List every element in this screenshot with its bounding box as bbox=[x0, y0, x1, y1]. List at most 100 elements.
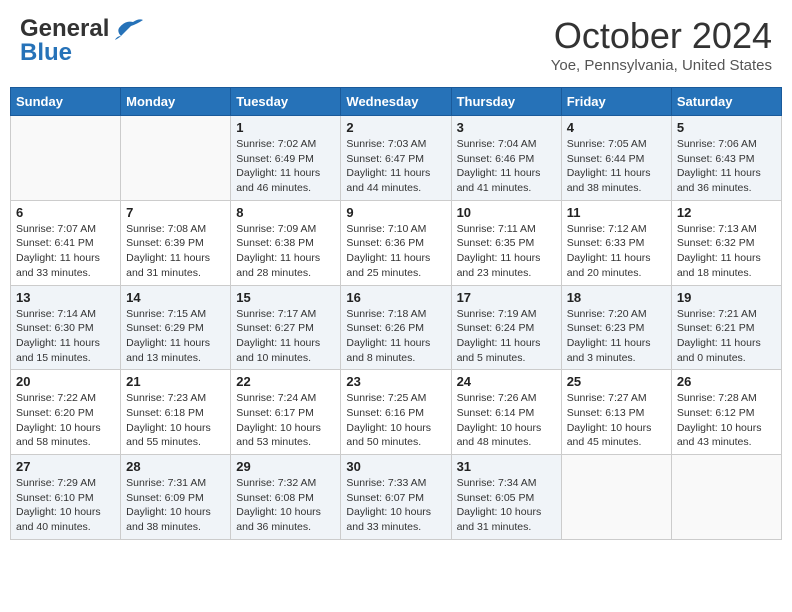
day-number: 10 bbox=[457, 205, 556, 220]
day-info: Sunrise: 7:27 AMSunset: 6:13 PMDaylight:… bbox=[567, 391, 666, 450]
calendar-cell: 24 Sunrise: 7:26 AMSunset: 6:14 PMDayligh… bbox=[451, 370, 561, 455]
day-info: Sunrise: 7:23 AMSunset: 6:18 PMDaylight:… bbox=[126, 391, 225, 450]
calendar-cell: 25 Sunrise: 7:27 AMSunset: 6:13 PMDayligh… bbox=[561, 370, 671, 455]
day-info: Sunrise: 7:24 AMSunset: 6:17 PMDaylight:… bbox=[236, 391, 335, 450]
day-info: Sunrise: 7:17 AMSunset: 6:27 PMDaylight:… bbox=[236, 307, 335, 366]
day-number: 23 bbox=[346, 374, 445, 389]
calendar-cell: 26 Sunrise: 7:28 AMSunset: 6:12 PMDayligh… bbox=[671, 370, 781, 455]
calendar-cell: 4 Sunrise: 7:05 AMSunset: 6:44 PMDaylight… bbox=[561, 116, 671, 201]
calendar-table: SundayMondayTuesdayWednesdayThursdayFrid… bbox=[10, 87, 782, 540]
calendar-week-row: 1 Sunrise: 7:02 AMSunset: 6:49 PMDaylight… bbox=[11, 116, 782, 201]
calendar-cell bbox=[671, 455, 781, 540]
day-info: Sunrise: 7:34 AMSunset: 6:05 PMDaylight:… bbox=[457, 476, 556, 535]
day-info: Sunrise: 7:04 AMSunset: 6:46 PMDaylight:… bbox=[457, 137, 556, 196]
day-info: Sunrise: 7:26 AMSunset: 6:14 PMDaylight:… bbox=[457, 391, 556, 450]
calendar-cell: 9 Sunrise: 7:10 AMSunset: 6:36 PMDaylight… bbox=[341, 200, 451, 285]
calendar-week-row: 27 Sunrise: 7:29 AMSunset: 6:10 PMDayligh… bbox=[11, 455, 782, 540]
calendar-cell: 30 Sunrise: 7:33 AMSunset: 6:07 PMDayligh… bbox=[341, 455, 451, 540]
calendar-week-row: 6Sunrise: 7:07 AMSunset: 6:41 PMDaylight… bbox=[11, 200, 782, 285]
weekday-header-wednesday: Wednesday bbox=[341, 88, 451, 116]
day-info: Sunrise: 7:19 AMSunset: 6:24 PMDaylight:… bbox=[457, 307, 556, 366]
calendar-cell: 6Sunrise: 7:07 AMSunset: 6:41 PMDaylight… bbox=[11, 200, 121, 285]
calendar-cell: 1 Sunrise: 7:02 AMSunset: 6:49 PMDaylight… bbox=[231, 116, 341, 201]
day-number: 24 bbox=[457, 374, 556, 389]
weekday-header-saturday: Saturday bbox=[671, 88, 781, 116]
day-info: Sunrise: 7:02 AMSunset: 6:49 PMDaylight:… bbox=[236, 137, 335, 196]
calendar-week-row: 13Sunrise: 7:14 AMSunset: 6:30 PMDayligh… bbox=[11, 285, 782, 370]
day-number: 29 bbox=[236, 459, 335, 474]
day-number: 4 bbox=[567, 120, 666, 135]
day-number: 11 bbox=[567, 205, 666, 220]
calendar-cell bbox=[561, 455, 671, 540]
day-number: 22 bbox=[236, 374, 335, 389]
day-number: 30 bbox=[346, 459, 445, 474]
day-number: 27 bbox=[16, 459, 115, 474]
day-info: Sunrise: 7:18 AMSunset: 6:26 PMDaylight:… bbox=[346, 307, 445, 366]
day-number: 5 bbox=[677, 120, 776, 135]
calendar-cell: 13Sunrise: 7:14 AMSunset: 6:30 PMDayligh… bbox=[11, 285, 121, 370]
day-number: 15 bbox=[236, 290, 335, 305]
day-number: 7 bbox=[126, 205, 225, 220]
day-info: Sunrise: 7:10 AMSunset: 6:36 PMDaylight:… bbox=[346, 222, 445, 281]
calendar-cell: 16 Sunrise: 7:18 AMSunset: 6:26 PMDayligh… bbox=[341, 285, 451, 370]
page-header: General Blue October 2024 Yoe, Pennsylva… bbox=[10, 10, 782, 79]
location-label: Yoe, Pennsylvania, United States bbox=[551, 57, 772, 74]
day-number: 9 bbox=[346, 205, 445, 220]
day-info: Sunrise: 7:22 AMSunset: 6:20 PMDaylight:… bbox=[16, 391, 115, 450]
day-number: 12 bbox=[677, 205, 776, 220]
day-info: Sunrise: 7:12 AMSunset: 6:33 PMDaylight:… bbox=[567, 222, 666, 281]
day-number: 21 bbox=[126, 374, 225, 389]
day-info: Sunrise: 7:13 AMSunset: 6:32 PMDaylight:… bbox=[677, 222, 776, 281]
day-info: Sunrise: 7:29 AMSunset: 6:10 PMDaylight:… bbox=[16, 476, 115, 535]
day-info: Sunrise: 7:06 AMSunset: 6:43 PMDaylight:… bbox=[677, 137, 776, 196]
calendar-cell: 31Sunrise: 7:34 AMSunset: 6:05 PMDayligh… bbox=[451, 455, 561, 540]
day-info: Sunrise: 7:32 AMSunset: 6:08 PMDaylight:… bbox=[236, 476, 335, 535]
day-number: 17 bbox=[457, 290, 556, 305]
calendar-cell: 23Sunrise: 7:25 AMSunset: 6:16 PMDayligh… bbox=[341, 370, 451, 455]
day-info: Sunrise: 7:03 AMSunset: 6:47 PMDaylight:… bbox=[346, 137, 445, 196]
logo: General Blue bbox=[20, 15, 143, 67]
calendar-cell bbox=[11, 116, 121, 201]
logo-bird-icon bbox=[111, 18, 143, 40]
day-info: Sunrise: 7:21 AMSunset: 6:21 PMDaylight:… bbox=[677, 307, 776, 366]
weekday-header-row: SundayMondayTuesdayWednesdayThursdayFrid… bbox=[11, 88, 782, 116]
weekday-header-sunday: Sunday bbox=[11, 88, 121, 116]
calendar-week-row: 20 Sunrise: 7:22 AMSunset: 6:20 PMDayligh… bbox=[11, 370, 782, 455]
weekday-header-friday: Friday bbox=[561, 88, 671, 116]
day-number: 3 bbox=[457, 120, 556, 135]
calendar-cell: 3 Sunrise: 7:04 AMSunset: 6:46 PMDaylight… bbox=[451, 116, 561, 201]
calendar-cell: 5 Sunrise: 7:06 AMSunset: 6:43 PMDaylight… bbox=[671, 116, 781, 201]
day-info: Sunrise: 7:09 AMSunset: 6:38 PMDaylight:… bbox=[236, 222, 335, 281]
day-info: Sunrise: 7:20 AMSunset: 6:23 PMDaylight:… bbox=[567, 307, 666, 366]
day-number: 16 bbox=[346, 290, 445, 305]
day-number: 14 bbox=[126, 290, 225, 305]
day-number: 25 bbox=[567, 374, 666, 389]
day-number: 18 bbox=[567, 290, 666, 305]
calendar-cell: 18 Sunrise: 7:20 AMSunset: 6:23 PMDayligh… bbox=[561, 285, 671, 370]
calendar-cell: 2 Sunrise: 7:03 AMSunset: 6:47 PMDaylight… bbox=[341, 116, 451, 201]
month-title: October 2024 bbox=[551, 15, 772, 57]
calendar-cell bbox=[121, 116, 231, 201]
calendar-cell: 12 Sunrise: 7:13 AMSunset: 6:32 PMDayligh… bbox=[671, 200, 781, 285]
day-number: 13 bbox=[16, 290, 115, 305]
day-number: 1 bbox=[236, 120, 335, 135]
day-info: Sunrise: 7:33 AMSunset: 6:07 PMDaylight:… bbox=[346, 476, 445, 535]
day-number: 20 bbox=[16, 374, 115, 389]
calendar-cell: 19 Sunrise: 7:21 AMSunset: 6:21 PMDayligh… bbox=[671, 285, 781, 370]
day-info: Sunrise: 7:28 AMSunset: 6:12 PMDaylight:… bbox=[677, 391, 776, 450]
day-info: Sunrise: 7:31 AMSunset: 6:09 PMDaylight:… bbox=[126, 476, 225, 535]
title-block: October 2024 Yoe, Pennsylvania, United S… bbox=[551, 15, 772, 74]
day-number: 19 bbox=[677, 290, 776, 305]
day-number: 8 bbox=[236, 205, 335, 220]
calendar-cell: 21 Sunrise: 7:23 AMSunset: 6:18 PMDayligh… bbox=[121, 370, 231, 455]
calendar-cell: 29 Sunrise: 7:32 AMSunset: 6:08 PMDayligh… bbox=[231, 455, 341, 540]
day-info: Sunrise: 7:11 AMSunset: 6:35 PMDaylight:… bbox=[457, 222, 556, 281]
day-number: 28 bbox=[126, 459, 225, 474]
day-number: 2 bbox=[346, 120, 445, 135]
calendar-cell: 27 Sunrise: 7:29 AMSunset: 6:10 PMDayligh… bbox=[11, 455, 121, 540]
day-number: 26 bbox=[677, 374, 776, 389]
logo-blue: Blue bbox=[20, 39, 72, 67]
calendar-cell: 11 Sunrise: 7:12 AMSunset: 6:33 PMDayligh… bbox=[561, 200, 671, 285]
calendar-cell: 8 Sunrise: 7:09 AMSunset: 6:38 PMDaylight… bbox=[231, 200, 341, 285]
day-info: Sunrise: 7:05 AMSunset: 6:44 PMDaylight:… bbox=[567, 137, 666, 196]
